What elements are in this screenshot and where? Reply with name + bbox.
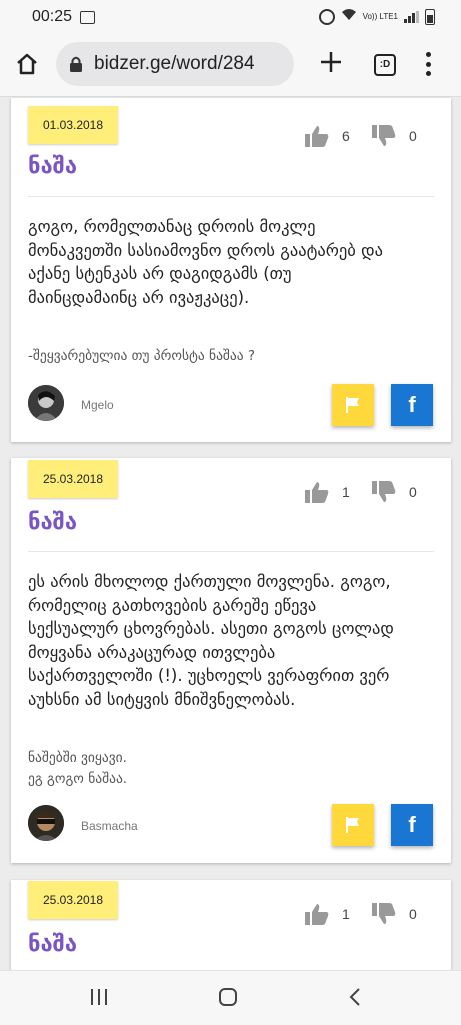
flag-icon (346, 397, 359, 413)
dislike-button[interactable]: 0 (371, 124, 417, 148)
report-button[interactable] (332, 804, 374, 846)
thumbs-up-icon (305, 126, 329, 147)
example-text: -შეყვარებულია თუ პროსტა ნაშაა ? (28, 348, 256, 364)
date-badge: 25.03.2018 (28, 460, 118, 498)
recent-apps-icon[interactable] (90, 987, 108, 1011)
browser-toolbar: bidzer.ge/word/284 :D (0, 34, 461, 97)
new-tab-button[interactable] (316, 49, 346, 79)
definition-card: 01.03.2018 6 0 ნაშა გოგო, რომელთანაც დრო… (11, 98, 451, 442)
dislike-button[interactable]: 0 (371, 902, 417, 926)
home-icon[interactable] (14, 51, 42, 79)
battery-icon (425, 8, 435, 25)
dislike-count: 0 (409, 906, 417, 922)
thumbs-down-icon (372, 903, 396, 924)
status-time: 00:25 (32, 8, 73, 25)
dislike-count: 0 (409, 128, 417, 144)
flag-icon (346, 817, 359, 833)
example-text: ნაშებში ვიყავი. ეგ გოგო ნაშაა. (28, 750, 128, 787)
lte-label: Vo)) LTE1 (362, 11, 398, 21)
tabs-button[interactable]: :D (374, 54, 396, 76)
facebook-share-button[interactable]: f (391, 384, 433, 426)
status-icons: Vo)) LTE1 (318, 8, 435, 25)
divider (28, 196, 434, 197)
url-text: bidzer.ge/word/284 (94, 53, 255, 74)
menu-icon[interactable] (424, 52, 432, 76)
thumbs-down-icon (372, 125, 396, 146)
status-bar: 00:25 Vo)) LTE1 (0, 0, 461, 34)
word-title[interactable]: ნაშა (28, 932, 77, 957)
dislike-button[interactable]: 0 (371, 480, 417, 504)
definition-text: ეს არის მხოლოდ ქართული მოვლენა. გოგო, რო… (28, 572, 394, 709)
definition-card: 25.03.2018 1 0 ნაშა (11, 880, 451, 970)
word-title[interactable]: ნაშა (28, 154, 77, 179)
like-count: 1 (342, 484, 350, 500)
definition-card: 25.03.2018 1 0 ნაშა ეს არის მხოლოდ ქართუ… (11, 458, 451, 863)
thumbs-up-icon (305, 482, 329, 503)
home-nav-icon[interactable] (218, 987, 238, 1011)
facebook-icon: f (408, 392, 416, 417)
date-badge: 25.03.2018 (28, 881, 118, 919)
facebook-icon: f (408, 812, 416, 837)
author-name[interactable]: Basmacha (81, 819, 138, 833)
thumbs-up-icon (305, 904, 329, 925)
date-badge: 01.03.2018 (28, 106, 118, 144)
like-button[interactable]: 1 (304, 902, 350, 926)
dislike-count: 0 (409, 484, 417, 500)
wifi-icon (341, 8, 357, 25)
plus-icon (321, 52, 341, 72)
alarm-icon (318, 8, 335, 25)
definition-text: გოგო, რომელთანაც დროის მოკლე მონაკვეთში … (28, 217, 383, 307)
gallery-notification-icon (80, 10, 96, 24)
back-icon[interactable] (348, 987, 362, 1011)
like-count: 6 (342, 128, 350, 144)
like-button[interactable]: 1 (304, 480, 350, 504)
signal-icon (404, 10, 419, 23)
lock-icon (68, 55, 84, 73)
avatar[interactable] (28, 805, 64, 841)
like-count: 1 (342, 906, 350, 922)
thumbs-down-icon (372, 481, 396, 502)
divider (28, 551, 434, 552)
report-button[interactable] (332, 384, 374, 426)
author-name[interactable]: Mgelo (81, 398, 114, 412)
system-navigation-bar (0, 970, 461, 1025)
word-title[interactable]: ნაშა (28, 510, 77, 535)
facebook-share-button[interactable]: f (391, 804, 433, 846)
address-bar[interactable]: bidzer.ge/word/284 (56, 42, 294, 86)
like-button[interactable]: 6 (304, 124, 350, 148)
avatar[interactable] (28, 385, 64, 421)
